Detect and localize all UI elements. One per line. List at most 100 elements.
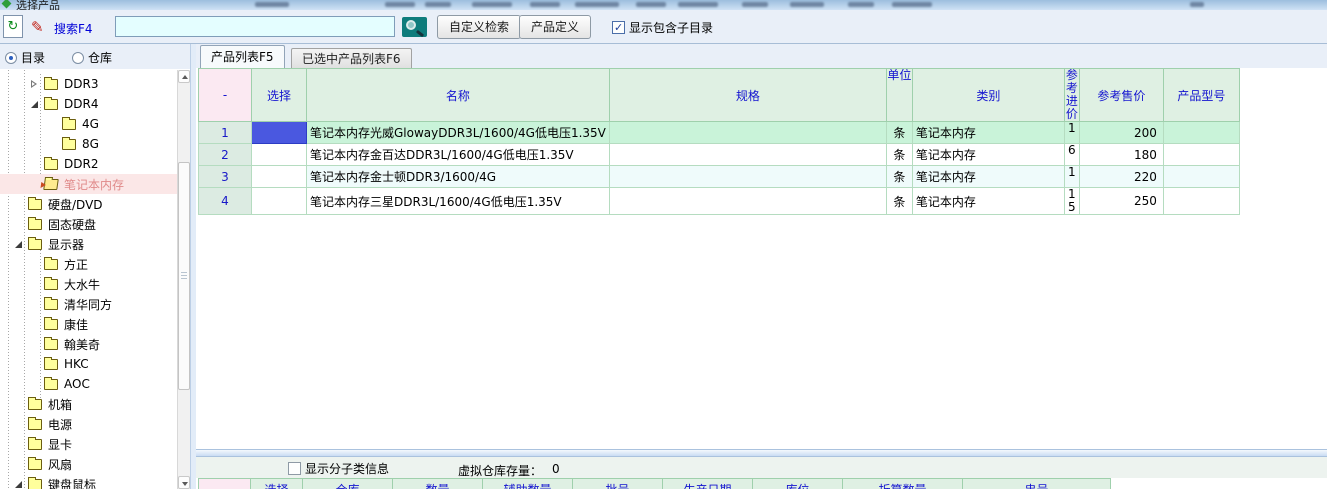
radio-warehouse-dot[interactable] bbox=[72, 52, 84, 64]
col-header-spec[interactable]: 规格 bbox=[609, 69, 886, 122]
cell-unit[interactable]: 条 bbox=[886, 144, 912, 166]
product-row[interactable]: 4 笔记本内存三星DDR3L/1600/4G低电压1.35V 条 笔记本内存 1… bbox=[199, 188, 1240, 215]
refresh-document-icon[interactable]: ↻ bbox=[3, 15, 23, 38]
tab-selected-products[interactable]: 已选中产品列表F6 bbox=[291, 48, 412, 68]
col-header-location[interactable]: 库位 bbox=[753, 479, 843, 489]
cell-category[interactable]: 笔记本内存 bbox=[912, 166, 1064, 188]
cell-ref-purchase[interactable]: 15 bbox=[1064, 188, 1079, 215]
tree-item-monitor[interactable]: 显示器 bbox=[0, 234, 177, 254]
tree-item-qinghuatongfang[interactable]: 清华同方 bbox=[0, 294, 177, 314]
select-cell[interactable] bbox=[252, 166, 307, 188]
cell-category[interactable]: 笔记本内存 bbox=[912, 188, 1064, 215]
col-header-converted-qty[interactable]: 折算数量 bbox=[843, 479, 963, 489]
cell-model[interactable] bbox=[1163, 166, 1239, 188]
show-subclass-checkbox[interactable] bbox=[288, 462, 301, 475]
expand-expanded-icon[interactable] bbox=[15, 481, 28, 488]
expand-collapsed-icon[interactable] bbox=[31, 80, 44, 88]
cell-category[interactable]: 笔记本内存 bbox=[912, 144, 1064, 166]
tree-item-notebook-memory[interactable]: 笔记本内存 bbox=[0, 174, 177, 194]
product-row[interactable]: 1 笔记本内存光威GlowayDDR3L/1600/4G低电压1.35V 条 笔… bbox=[199, 122, 1240, 144]
tree-item-fangzheng[interactable]: 方正 bbox=[0, 254, 177, 274]
scroll-down-arrow-icon[interactable] bbox=[178, 476, 190, 489]
row-index[interactable]: 1 bbox=[199, 122, 252, 144]
col-header-index[interactable]: - bbox=[199, 479, 251, 489]
tree-item-kangjia[interactable]: 康佳 bbox=[0, 314, 177, 334]
row-index[interactable]: 3 bbox=[199, 166, 252, 188]
col-header-model[interactable]: 产品型号 bbox=[1163, 69, 1239, 122]
show-subdirs-checkbox[interactable] bbox=[612, 21, 625, 34]
tree-item-hanmeiqi[interactable]: 翰美奇 bbox=[0, 334, 177, 354]
tree-item-keyboard-mouse[interactable]: 键盘鼠标 bbox=[0, 474, 177, 489]
col-header-select[interactable]: 选择 bbox=[252, 69, 307, 122]
col-header-serial[interactable]: 串号 bbox=[963, 479, 1111, 489]
cell-spec[interactable] bbox=[609, 188, 886, 215]
cell-name[interactable]: 笔记本内存金百达DDR3L/1600/4G低电压1.35V bbox=[307, 144, 610, 166]
col-header-category[interactable]: 类别 bbox=[912, 69, 1064, 122]
cell-model[interactable] bbox=[1163, 122, 1239, 144]
cell-name[interactable]: 笔记本内存三星DDR3L/1600/4G低电压1.35V bbox=[307, 188, 610, 215]
tree-item-ddr4[interactable]: DDR4 bbox=[0, 94, 177, 114]
product-row[interactable]: 2 笔记本内存金百达DDR3L/1600/4G低电压1.35V 条 笔记本内存 … bbox=[199, 144, 1240, 166]
show-subclass-option[interactable]: 显示分子类信息 bbox=[288, 460, 389, 477]
scrollbar-thumb[interactable] bbox=[178, 162, 190, 390]
custom-search-button[interactable]: 自定义检索 bbox=[437, 15, 521, 39]
col-header-index[interactable]: - bbox=[199, 69, 252, 122]
select-cell[interactable] bbox=[252, 144, 307, 166]
cell-ref-purchase[interactable]: 6 bbox=[1064, 144, 1079, 166]
expand-expanded-icon[interactable] bbox=[15, 241, 28, 248]
select-cell-focused[interactable] bbox=[252, 122, 307, 144]
expand-expanded-icon[interactable] bbox=[31, 101, 44, 108]
col-header-name[interactable]: 名称 bbox=[307, 69, 610, 122]
tree-item-ddr3[interactable]: DDR3 bbox=[0, 74, 177, 94]
tree-item-dashuiniu[interactable]: 大水牛 bbox=[0, 274, 177, 294]
tree-item-gpu[interactable]: 显卡 bbox=[0, 434, 177, 454]
tree-item-ssd[interactable]: 固态硬盘 bbox=[0, 214, 177, 234]
red-pen-icon[interactable]: ✎ bbox=[31, 18, 44, 36]
cell-ref-price[interactable]: 180 bbox=[1079, 144, 1163, 166]
radio-warehouse[interactable]: 仓库 bbox=[72, 49, 112, 66]
col-header-unit[interactable]: 单位 bbox=[886, 69, 912, 122]
scroll-up-arrow-icon[interactable] bbox=[178, 70, 190, 83]
cell-category[interactable]: 笔记本内存 bbox=[912, 122, 1064, 144]
col-header-ref-price[interactable]: 参考售价 bbox=[1079, 69, 1163, 122]
cell-ref-purchase[interactable]: 1 bbox=[1064, 166, 1079, 188]
search-magnifier-icon[interactable] bbox=[402, 17, 427, 37]
search-input[interactable] bbox=[115, 16, 395, 37]
select-cell[interactable] bbox=[252, 188, 307, 215]
cell-ref-price[interactable]: 220 bbox=[1079, 166, 1163, 188]
cell-name[interactable]: 笔记本内存金士顿DDR3/1600/4G bbox=[307, 166, 610, 188]
radio-directory[interactable]: 目录 bbox=[5, 49, 45, 66]
row-index[interactable]: 4 bbox=[199, 188, 252, 215]
tree-item-hkc[interactable]: HKC bbox=[0, 354, 177, 374]
cell-name[interactable]: 笔记本内存光威GlowayDDR3L/1600/4G低电压1.35V bbox=[307, 122, 610, 144]
cell-ref-price[interactable]: 200 bbox=[1079, 122, 1163, 144]
tree-item-case[interactable]: 机箱 bbox=[0, 394, 177, 414]
col-header-aux-qty[interactable]: 辅助数量 bbox=[483, 479, 573, 489]
tree-item-fan[interactable]: 风扇 bbox=[0, 454, 177, 474]
horizontal-splitter[interactable] bbox=[196, 449, 1327, 457]
row-index[interactable]: 2 bbox=[199, 144, 252, 166]
col-header-prod-date[interactable]: 生产日期 bbox=[663, 479, 753, 489]
col-header-warehouse[interactable]: 仓库 bbox=[303, 479, 393, 489]
tab-product-list[interactable]: 产品列表F5 bbox=[200, 45, 285, 68]
cell-unit[interactable]: 条 bbox=[886, 188, 912, 215]
cell-spec[interactable] bbox=[609, 144, 886, 166]
col-header-ref-purchase[interactable]: 参考进价 bbox=[1064, 69, 1079, 122]
tree-item-8g[interactable]: 8G bbox=[0, 134, 177, 154]
tree-item-ddr2[interactable]: DDR2 bbox=[0, 154, 177, 174]
col-header-select[interactable]: 选择 bbox=[251, 479, 303, 489]
show-subdirs-option[interactable]: 显示包含子目录 bbox=[612, 19, 713, 36]
tree-item-hdd-dvd[interactable]: 硬盘/DVD bbox=[0, 194, 177, 214]
cell-spec[interactable] bbox=[609, 122, 886, 144]
cell-unit[interactable]: 条 bbox=[886, 122, 912, 144]
tree-item-aoc[interactable]: AOC bbox=[0, 374, 177, 394]
cell-unit[interactable]: 条 bbox=[886, 166, 912, 188]
cell-model[interactable] bbox=[1163, 188, 1239, 215]
col-header-batch[interactable]: 批号 bbox=[573, 479, 663, 489]
product-define-button[interactable]: 产品定义 bbox=[519, 15, 591, 39]
radio-directory-dot[interactable] bbox=[5, 52, 17, 64]
tree-item-4g[interactable]: 4G bbox=[0, 114, 177, 134]
tree-item-psu[interactable]: 电源 bbox=[0, 414, 177, 434]
col-header-qty[interactable]: 数量 bbox=[393, 479, 483, 489]
cell-ref-price[interactable]: 250 bbox=[1079, 188, 1163, 215]
